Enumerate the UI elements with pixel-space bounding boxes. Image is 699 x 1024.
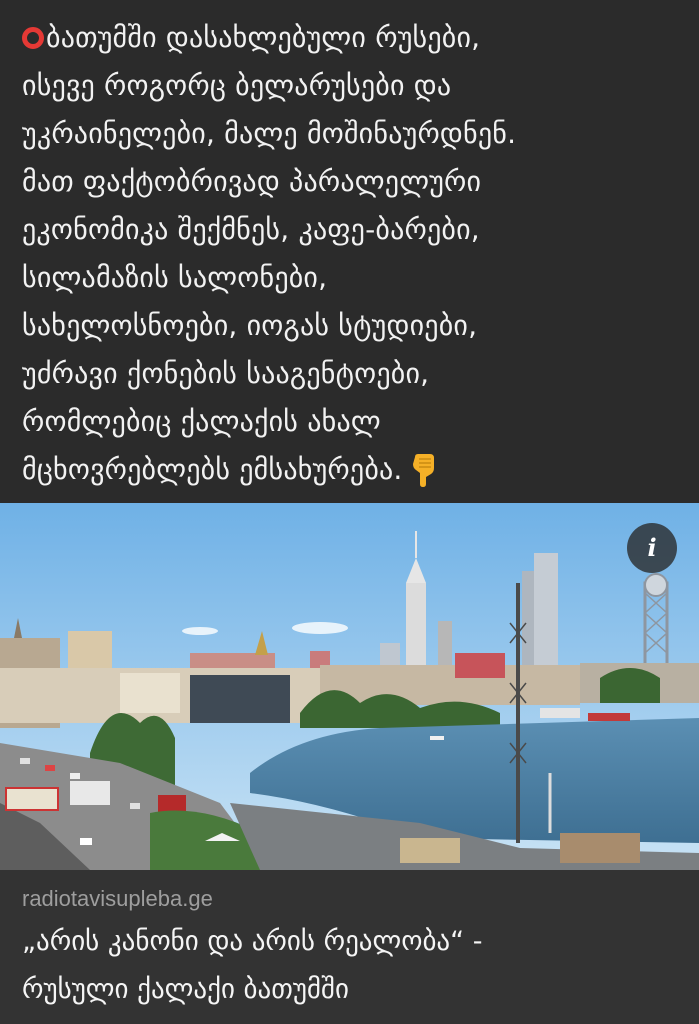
post-line-9: რომლებიც ქალაქის ახალ [22, 405, 381, 438]
post-line-1: ბათუმში დასახლებული რუსები, [22, 14, 679, 62]
red-circle-icon [22, 27, 44, 49]
post-line-3: უკრაინელები, მალე მოშინაურდნენ. [22, 117, 517, 150]
link-preview-card[interactable]: radiotavisupleba.ge „არის კანონი და არის… [0, 870, 699, 1024]
link-domain[interactable]: radiotavisupleba.ge [22, 884, 679, 918]
link-title-line-1[interactable]: „არის კანონი და არის რეალობა“ - [22, 918, 679, 966]
post-line-4: მათ ფაქტობრივად პარალელური [22, 165, 482, 198]
post-line-5: ეკონომიკა შექმნეს, კაფე-ბარები, [22, 213, 480, 246]
batumi-waterfront-photo[interactable]: i [0, 503, 699, 870]
info-button[interactable]: i [627, 523, 677, 573]
post-line-10: მცხოვრებლებს ემსახურება. [22, 446, 679, 494]
post-line-2: ისევე როგორც ბელარუსები და [22, 69, 452, 102]
post-line-8: უძრავი ქონების სააგენტოები, [22, 357, 430, 390]
post-line-text: მცხოვრებლებს ემსახურება. [22, 453, 403, 486]
post-line-text: ბათუმში დასახლებული რუსები, [46, 21, 481, 54]
post-text: ბათუმში დასახლებული რუსები, ისევე როგორც… [0, 0, 699, 503]
post-line-7: სახელოსნოები, იოგას სტუდიები, [22, 309, 478, 342]
post-line-6: სილამაზის სალონები, [22, 261, 328, 294]
link-title-line-2[interactable]: რუსული ქალაქი ბათუმში [22, 966, 679, 1014]
backhand-pointing-down-icon [409, 453, 439, 487]
